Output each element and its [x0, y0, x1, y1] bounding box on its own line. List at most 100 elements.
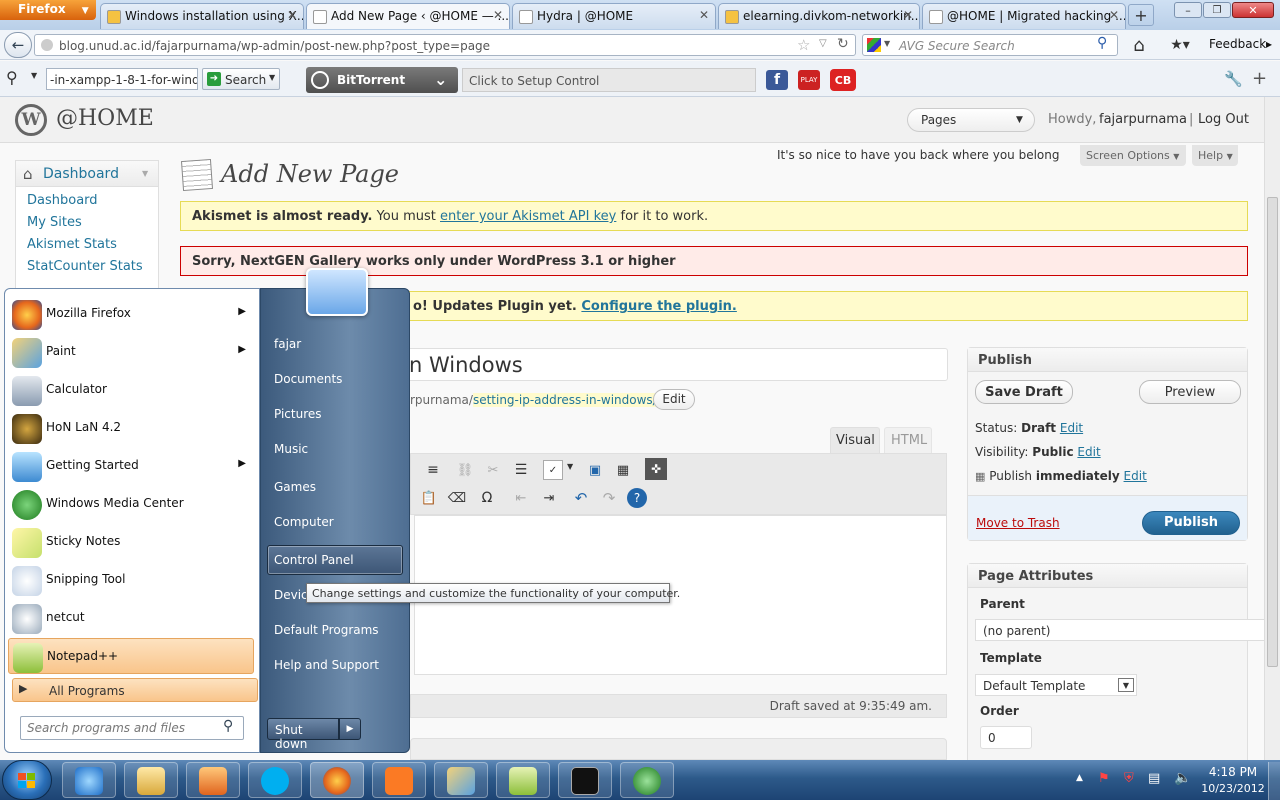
program-hon-lan[interactable]: HoN LaN 4.2 [8, 410, 254, 446]
configure-plugin-link[interactable]: Configure the plugin. [581, 299, 736, 314]
shutdown-options-icon[interactable]: ▶ [339, 718, 361, 740]
cb-icon[interactable]: CB [830, 69, 856, 91]
url-bar[interactable]: blog.unud.ac.id/fajarpurnama/wp-admin/po… [34, 34, 856, 56]
post-title-input[interactable]: n Windows [390, 348, 948, 381]
spellcheck-icon[interactable]: ✓ [543, 460, 563, 480]
toolbar-search-input[interactable]: -in-xampp-1-8-1-for-wind [46, 68, 198, 90]
search-icon[interactable]: ⚲ [1097, 35, 1107, 51]
tab-hydra[interactable]: Hydra | @HOME ✕ [512, 3, 716, 29]
tab-visual[interactable]: Visual [830, 427, 880, 453]
tab-html[interactable]: HTML [884, 427, 932, 453]
program-notepad-plus-plus[interactable]: Notepad++ [8, 638, 254, 674]
start-link-documents[interactable]: Documents [274, 372, 342, 386]
chevron-down-icon[interactable]: ▼ [884, 39, 890, 48]
visibility-edit-link[interactable]: Edit [1077, 445, 1100, 459]
network-icon[interactable]: ▤ [1148, 771, 1160, 786]
back-arrow-icon[interactable]: ← [4, 32, 32, 58]
indent-icon[interactable]: ⇥ [539, 488, 559, 508]
volume-icon[interactable]: 🔈 [1174, 770, 1191, 786]
window-close-icon[interactable]: ✕ [1232, 2, 1274, 18]
taskbar-skype[interactable] [248, 762, 302, 798]
parent-select[interactable]: (no parent) [975, 619, 1265, 641]
star-icon[interactable]: ☆ [797, 36, 810, 54]
start-link-control-panel[interactable]: Control Panel [274, 553, 354, 567]
chevron-down-icon[interactable]: ▼ [142, 169, 148, 178]
move-to-trash-link[interactable]: Move to Trash [976, 516, 1060, 530]
paste-word-icon[interactable]: 📋 [419, 488, 439, 508]
home-icon[interactable]: ⌂ [1128, 34, 1150, 56]
bookmarks-icon[interactable]: ★▾ [1166, 34, 1194, 56]
tab-add-new-page[interactable]: Add New Page ‹ @HOME — ... ✕ [306, 3, 510, 29]
reload-icon[interactable]: ↻ [837, 36, 849, 52]
link-icon[interactable]: ⛓ [455, 460, 475, 480]
redo-icon[interactable]: ↷ [599, 488, 619, 508]
template-select[interactable]: Default Template ▼ [975, 674, 1137, 696]
restore-icon[interactable]: ❐ [1203, 2, 1231, 18]
facebook-icon[interactable]: f [766, 70, 788, 90]
undo-icon[interactable]: ↶ [571, 488, 591, 508]
close-icon[interactable]: ✕ [287, 8, 297, 22]
chevron-up-icon[interactable]: ▲ [1076, 773, 1083, 783]
program-paint[interactable]: Paint ▶ [8, 334, 254, 370]
search-engine-box[interactable]: ▼ AVG Secure Search ⚲ [862, 34, 1118, 56]
wrench-icon[interactable]: 🔧 [1224, 70, 1243, 88]
chevron-down-icon[interactable]: ▼ [31, 71, 37, 80]
tab-windows-installation[interactable]: Windows installation using X... ✕ [100, 3, 304, 29]
start-link-help-and-support[interactable]: Help and Support [274, 658, 379, 672]
program-calculator[interactable]: Calculator [8, 372, 254, 408]
clock-date[interactable]: 10/23/2012 [1198, 782, 1268, 795]
unlink-icon[interactable]: ✂ [483, 460, 503, 480]
taskbar-command-prompt[interactable] [558, 762, 612, 798]
publish-button[interactable]: Publish [1142, 511, 1240, 535]
chevron-down-icon[interactable]: ▽ [819, 38, 827, 49]
close-icon[interactable]: ✕ [1109, 8, 1119, 22]
sidebar-item-my-sites[interactable]: My Sites [27, 215, 82, 230]
status-edit-link[interactable]: Edit [1060, 421, 1083, 435]
preview-button[interactable]: Preview [1139, 380, 1241, 404]
minimize-icon[interactable]: – [1174, 2, 1202, 18]
taskbar-notepad-plus-plus[interactable] [496, 762, 550, 798]
eraser-icon[interactable]: ⌫ [447, 488, 467, 508]
clock-time[interactable]: 4:18 PM [1204, 765, 1262, 779]
firefox-menu-button[interactable]: Firefox ▼ [0, 0, 96, 20]
order-input[interactable]: 0 [980, 726, 1032, 749]
new-tab-icon[interactable]: + [1128, 4, 1154, 26]
akismet-api-key-link[interactable]: enter your Akismet API key [440, 209, 616, 224]
play-video-icon[interactable]: PLAY [798, 70, 820, 90]
program-windows-media-center[interactable]: Windows Media Center [8, 486, 254, 522]
start-link-computer[interactable]: Computer [274, 515, 334, 529]
permalink-edit-button[interactable]: Edit [653, 389, 695, 410]
close-icon[interactable]: ✕ [699, 8, 709, 22]
close-icon[interactable]: ✕ [493, 8, 503, 22]
start-link-games[interactable]: Games [274, 480, 316, 494]
taskbar-firefox[interactable] [310, 762, 364, 798]
feedback-button[interactable]: Feedback [1209, 37, 1266, 51]
taskbar-xampp[interactable] [372, 762, 426, 798]
omega-icon[interactable]: Ω [477, 488, 497, 508]
program-mozilla-firefox[interactable]: Mozilla Firefox ▶ [8, 296, 254, 332]
tab-migrated-hacking[interactable]: @HOME | Migrated hacking ... ✕ [922, 3, 1126, 29]
more-icon[interactable]: ▸ [1266, 37, 1272, 51]
taskbar-internet-explorer[interactable] [62, 762, 116, 798]
fullscreen-icon[interactable]: ▣ [585, 460, 605, 480]
wordpress-logo-icon[interactable]: W [15, 104, 47, 136]
taskbar-media-player[interactable] [186, 762, 240, 798]
sidebar-section-dashboard[interactable]: ⌂ Dashboard ▼ [16, 161, 158, 187]
tab-elearning[interactable]: elearning.divkom-networkin... ✕ [718, 3, 920, 29]
start-link-devices[interactable]: Devic [274, 588, 308, 602]
bittorrent-setup-field[interactable]: Click to Setup Control [462, 68, 756, 92]
all-programs-button[interactable]: ▶ All Programs [12, 678, 258, 702]
flag-icon[interactable]: ⚑ [1098, 771, 1110, 786]
chevron-down-icon[interactable]: ▼ [567, 462, 573, 471]
kitchen-sink-icon[interactable]: ▦ [613, 460, 633, 480]
security-icon[interactable]: ⛨ [1124, 771, 1134, 786]
show-desktop-button[interactable] [1268, 762, 1280, 800]
username-link[interactable]: fajarpurnama [1099, 112, 1187, 127]
program-snipping-tool[interactable]: Snipping Tool [8, 562, 254, 598]
page-scrollbar[interactable] [1264, 97, 1280, 760]
start-search-input[interactable]: Search programs and files ⚲ [20, 716, 244, 740]
screen-options-tab[interactable]: Screen Options ▼ [1080, 145, 1186, 166]
start-link-user[interactable]: fajar [274, 337, 301, 351]
save-draft-button[interactable]: Save Draft [975, 380, 1073, 404]
add-icon[interactable]: + [1252, 68, 1267, 89]
